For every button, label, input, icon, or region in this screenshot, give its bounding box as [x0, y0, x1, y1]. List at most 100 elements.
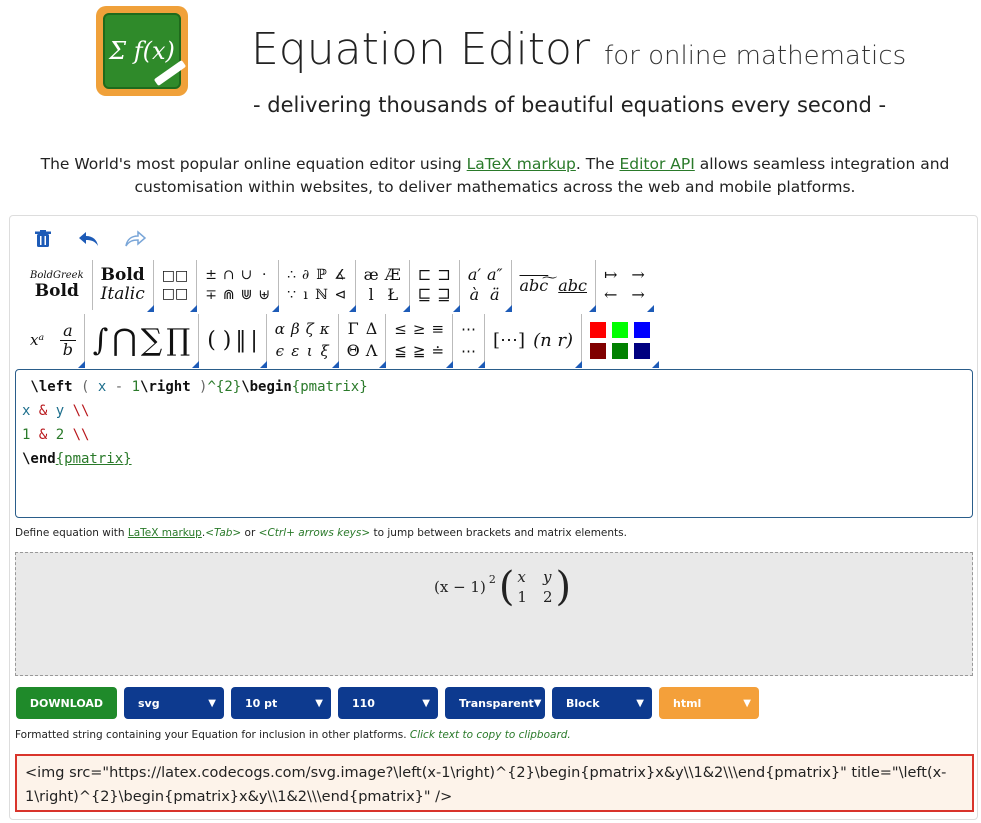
code-token: ^{2} [207, 379, 242, 395]
symbol: ∫ [92, 322, 109, 358]
font-style-group-2[interactable]: Bold Italic [93, 260, 154, 312]
trash-icon[interactable] [30, 228, 56, 250]
symbol: ⋒ [222, 287, 235, 303]
code-token: \right [140, 379, 191, 395]
color-swatch[interactable] [590, 342, 607, 359]
select-value: html [673, 696, 702, 710]
color-group [582, 314, 660, 368]
dots-group[interactable]: ⋯ ⋯ [453, 314, 486, 368]
expand-arrow-icon [146, 305, 154, 312]
symbol: (n r) [533, 329, 574, 351]
font-style-group-1[interactable]: BoldGreek Bold [22, 260, 93, 310]
expand-arrow-icon [348, 305, 356, 312]
symbol-palette-row-2: xᵃ a b ∫ ⋂ ∑ ∏ ( ) ‖ | αβζκ ϵειξ Γ Δ Θ Λ… [22, 314, 660, 368]
formatted-output[interactable]: <img src="https://latex.codecogs.com/svg… [15, 754, 974, 812]
color-swatch[interactable] [612, 321, 629, 338]
symbol: → [631, 265, 645, 284]
symbol: ± [205, 267, 217, 283]
output-hint: Formatted string containing your Equatio… [15, 729, 571, 741]
relations-group[interactable]: ≤ ≥ ≡ ≦ ≧ ≐ [386, 314, 454, 368]
preview-base: (x − 1) [434, 578, 486, 596]
select-value: svg [138, 696, 160, 710]
select-value: 110 [352, 696, 375, 710]
page-title: Equation Editor for online mathematics [251, 24, 906, 75]
arrows-group[interactable]: ↦ → ← → [596, 260, 654, 312]
symbol: ∑ [140, 322, 163, 358]
code-token: \\ [64, 403, 90, 419]
fraction-group[interactable]: a b [52, 314, 85, 368]
symbol: ä [489, 285, 500, 304]
expand-arrow-icon [192, 361, 200, 368]
symbol: ( ) [207, 327, 232, 353]
hint-key: <Ctrl+ arrows keys> [258, 527, 371, 539]
chevron-down-icon: ▼ [636, 697, 644, 709]
expand-arrow-icon [652, 361, 660, 368]
color-swatch[interactable] [634, 321, 651, 338]
color-swatch[interactable] [634, 342, 651, 359]
code-token: \\ [64, 427, 90, 443]
symbol: ⊎ [258, 287, 271, 303]
code-token: \end [22, 451, 56, 467]
code-token: y [55, 403, 65, 419]
letters-group[interactable]: æÆ lŁ [356, 260, 410, 312]
format-select[interactable]: svg ▼ [124, 687, 224, 719]
symbol: ← [604, 285, 618, 304]
download-button[interactable]: DOWNLOAD [16, 687, 117, 719]
boxes-group[interactable]: □□ □□ [154, 260, 198, 312]
symbol: β [290, 320, 300, 338]
symbol: | [250, 327, 258, 353]
color-swatch[interactable] [590, 321, 607, 338]
background-select[interactable]: Transparent ▼ [445, 687, 545, 719]
redo-icon[interactable] [122, 228, 148, 250]
code-token: {pmatrix} [291, 379, 368, 395]
greek-lower-group[interactable]: αβζκ ϵειξ [267, 314, 339, 368]
symbol-palette-row-1: BoldGreek Bold Bold Italic □□ □□ ± ∩ ∪ · ∓ ⋒… [22, 260, 654, 312]
symbol: ≥ [412, 320, 426, 338]
expand-arrow-icon [77, 361, 85, 368]
latex-input[interactable]: \left ( x - 1\right )^{2}\begin{pmatrix}… [15, 369, 973, 518]
code-token: 1 [131, 379, 141, 395]
greek-upper-group[interactable]: ΓΔ ΘΛ [339, 314, 387, 368]
chevron-down-icon: ▼ [422, 697, 430, 709]
code-token: 2 [55, 427, 65, 443]
editor-api-link[interactable]: Editor API [619, 155, 694, 173]
font-size-select[interactable]: 10 pt ▼ [231, 687, 331, 719]
symbol: b [62, 339, 73, 359]
code-token: \begin [241, 379, 292, 395]
wide-accents-group[interactable]: abc͠ abc [512, 260, 596, 312]
subset-group[interactable]: ⊏ ⊐ ⊑ ⊒ [410, 260, 460, 312]
accents-group[interactable]: a′ a″ àä [460, 260, 512, 312]
matrix-group[interactable]: [⋯] (n r) [485, 314, 583, 368]
superscript-group[interactable]: xᵃ [22, 314, 52, 366]
symbol: ≡ [431, 320, 445, 338]
symbol: ∩ [222, 267, 235, 283]
expand-arrow-icon [331, 361, 339, 368]
select-value: Transparent [459, 696, 534, 710]
brackets-group[interactable]: ( ) ‖ | [199, 314, 267, 368]
symbol: ℕ [315, 287, 329, 303]
display-select[interactable]: Block ▼ [552, 687, 652, 719]
symbol: ∂ [302, 267, 310, 283]
operators-group[interactable]: ± ∩ ∪ · ∓ ⋒ ⋓ ⊎ [197, 260, 280, 312]
output-type-select[interactable]: html ▼ [659, 687, 759, 719]
dpi-select[interactable]: 110 ▼ [338, 687, 438, 719]
undo-icon[interactable] [76, 228, 102, 250]
symbol: ⋯ [461, 342, 477, 360]
equation-editor: BoldGreek Bold Bold Italic □□ □□ ± ∩ ∪ · ∓ ⋒… [9, 215, 978, 820]
logic-group[interactable]: ∴ ∂ ℙ ∡ ∵ ı ℕ ⊲ [279, 260, 356, 312]
integral-group[interactable]: ∫ ⋂ ∑ ∏ [85, 314, 200, 368]
symbol: ξ [320, 342, 329, 360]
color-swatch[interactable] [612, 342, 629, 359]
box-symbol: □□ [161, 286, 189, 302]
symbol: æ [363, 265, 379, 284]
symbol: ≦ [394, 342, 407, 360]
symbol: a [60, 321, 76, 341]
symbol: → [631, 285, 645, 304]
symbol: ⋂ [112, 322, 137, 358]
color-swatches [590, 321, 651, 359]
code-token: - [106, 379, 132, 395]
latex-markup-hint-link[interactable]: LaTeX markup [128, 527, 202, 539]
right-paren: ) [555, 564, 572, 610]
hint-part: Define equation with [15, 527, 128, 539]
latex-markup-link[interactable]: LaTeX markup [467, 155, 576, 173]
